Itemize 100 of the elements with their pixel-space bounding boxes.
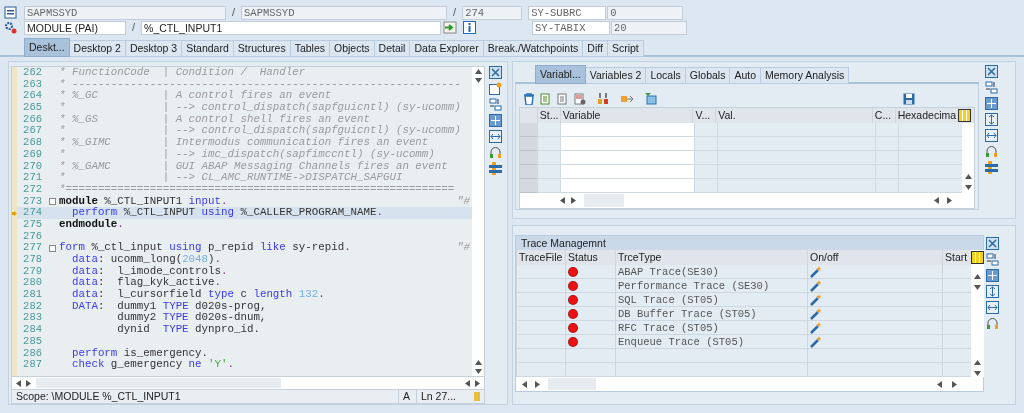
table-cell[interactable] <box>560 123 694 137</box>
column-header[interactable]: Status <box>565 250 615 265</box>
column-header[interactable]: TrceType <box>615 250 807 265</box>
scroll-left-icon[interactable] <box>465 379 470 387</box>
scroll-left-icon[interactable] <box>522 380 527 388</box>
tab[interactable]: Locals <box>646 67 686 84</box>
arrow-icon[interactable] <box>620 93 634 105</box>
table-cell[interactable] <box>560 165 694 179</box>
tab[interactable]: Script <box>607 40 644 57</box>
scroll-left-icon[interactable] <box>934 197 939 204</box>
tab[interactable]: Data Explorer <box>410 40 484 57</box>
headset-icon[interactable] <box>986 317 999 330</box>
scroll-right-icon[interactable] <box>947 197 952 204</box>
columns-icon[interactable] <box>971 251 984 264</box>
maximize-icon[interactable] <box>489 114 502 127</box>
tab[interactable]: Tables <box>290 40 330 57</box>
scroll-left-icon[interactable] <box>560 197 565 204</box>
scroll-up-icon[interactable] <box>974 360 981 365</box>
scroll-up-icon[interactable] <box>474 69 482 74</box>
wand-icon[interactable] <box>810 321 822 334</box>
trash-icon[interactable] <box>523 93 535 105</box>
headset-icon[interactable] <box>985 145 998 158</box>
vertical-resize-icon[interactable] <box>986 285 999 298</box>
scroll-right-icon[interactable] <box>475 379 480 387</box>
tab[interactable]: Desktop 3 <box>125 40 183 57</box>
list-icon[interactable] <box>574 93 586 105</box>
new-window-icon[interactable] <box>489 82 502 95</box>
close-icon[interactable] <box>985 65 998 78</box>
code-line: * %_GS | A control shell fires an event <box>59 113 371 125</box>
tab[interactable]: Globals <box>685 67 731 84</box>
info-icon[interactable] <box>463 21 477 34</box>
line-number: 287 <box>22 359 43 371</box>
tab[interactable]: Standard <box>182 40 234 57</box>
tab[interactable]: Variables 2 <box>585 67 647 84</box>
close-icon[interactable] <box>489 66 502 79</box>
swap-icon[interactable] <box>985 81 998 94</box>
scroll-right-icon[interactable] <box>571 197 576 204</box>
tab[interactable]: Memory Analysis <box>761 67 850 84</box>
save-icon[interactable] <box>903 93 915 105</box>
scroll-down-icon[interactable] <box>474 78 482 83</box>
scrollbar-track[interactable] <box>962 123 974 193</box>
tab[interactable]: Structures <box>233 40 291 57</box>
table-cell[interactable] <box>560 151 694 165</box>
table-cell[interactable] <box>560 137 694 151</box>
table-cell[interactable] <box>560 179 694 193</box>
tab[interactable]: Desktop 2 <box>69 40 126 57</box>
trace-type-cell: SQL Trace (ST05) <box>615 293 807 306</box>
tab[interactable]: Auto <box>730 67 761 84</box>
scroll-up-icon[interactable] <box>474 360 482 366</box>
tab[interactable]: Diff <box>583 40 608 57</box>
tab[interactable]: Detail <box>374 40 411 57</box>
code-line: dummy2 TYPE d020s-dnum, <box>116 312 268 324</box>
scroll-left-icon[interactable] <box>16 379 21 387</box>
scroll-up-icon[interactable] <box>964 174 972 179</box>
wand-icon[interactable] <box>810 293 822 306</box>
tab[interactable]: Break./Watchpoints <box>483 40 584 57</box>
swap-icon[interactable] <box>489 98 502 111</box>
maximize-icon[interactable] <box>985 97 998 110</box>
scrollbar-thumb[interactable] <box>584 194 624 207</box>
wand-icon[interactable] <box>810 279 822 292</box>
wand-icon[interactable] <box>810 265 822 278</box>
navigate-icon[interactable] <box>443 21 458 34</box>
columns-icon[interactable] <box>958 109 972 122</box>
wand-icon[interactable] <box>810 335 822 348</box>
column-header[interactable]: TraceFile <box>516 250 565 265</box>
tab[interactable]: Deskt... <box>24 38 70 57</box>
maximize-icon[interactable] <box>986 269 999 282</box>
field-name-input[interactable]: SY-TABIX <box>532 20 611 35</box>
filter-icon[interactable] <box>645 93 657 105</box>
fold-toggle[interactable] <box>48 244 56 252</box>
horizontal-resize-icon[interactable] <box>985 129 998 142</box>
scroll-down-icon[interactable] <box>964 185 972 190</box>
horizontal-resize-icon[interactable] <box>489 130 502 143</box>
column-header[interactable]: C... <box>871 108 895 123</box>
vertical-resize-icon[interactable] <box>985 113 998 126</box>
field-name-input[interactable]: SY-SUBRC <box>528 5 607 20</box>
column-header[interactable]: Val. <box>715 108 872 123</box>
scroll-right-icon[interactable] <box>952 380 957 388</box>
fold-toggle[interactable] <box>48 197 56 205</box>
wand-icon[interactable] <box>810 307 822 320</box>
document-icon[interactable] <box>557 93 569 105</box>
horizontal-resize-icon[interactable] <box>986 301 999 314</box>
column-header[interactable]: On/off <box>807 250 942 265</box>
table-cell <box>694 165 717 179</box>
scroll-right-icon[interactable] <box>26 379 31 387</box>
tab[interactable]: Objects <box>330 40 375 57</box>
sort-icon[interactable] <box>597 93 609 105</box>
tab[interactable]: Variabl... <box>535 65 586 84</box>
scroll-up-icon[interactable] <box>974 274 981 279</box>
headset-icon[interactable] <box>489 146 502 159</box>
tools-icon[interactable] <box>489 162 502 175</box>
close-icon[interactable] <box>986 237 999 250</box>
tools-icon[interactable] <box>985 161 998 174</box>
scroll-down-icon[interactable] <box>974 285 981 290</box>
document-icon[interactable] <box>540 93 552 105</box>
scrollbar-thumb[interactable] <box>36 378 281 389</box>
scroll-down-icon[interactable] <box>474 369 482 375</box>
scroll-left-icon[interactable] <box>937 380 942 388</box>
scrollbar-thumb[interactable] <box>548 378 596 390</box>
scroll-right-icon[interactable] <box>535 380 540 388</box>
